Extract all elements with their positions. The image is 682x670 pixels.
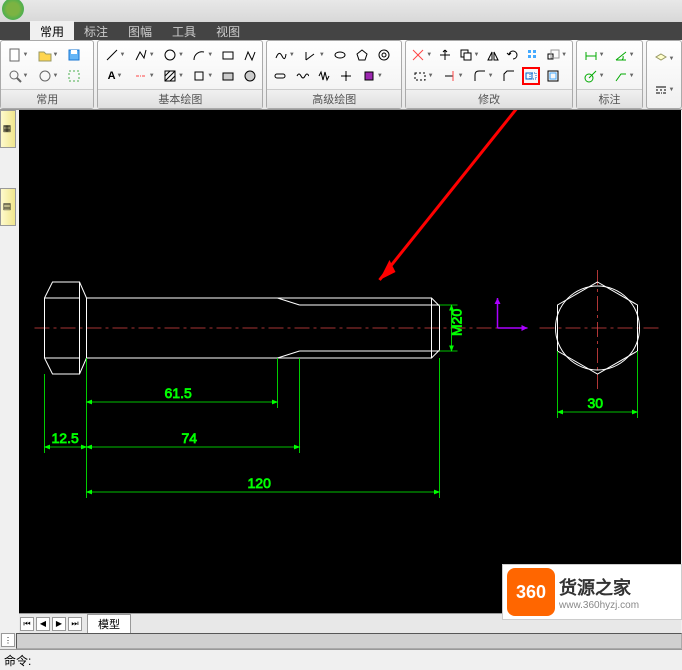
save-icon[interactable] xyxy=(65,46,83,64)
slot-icon[interactable] xyxy=(271,67,289,85)
drawing-canvas[interactable]: M20 61.5 12.5 74 120 30 xyxy=(19,110,681,613)
pan-icon[interactable]: ▼ xyxy=(35,67,61,85)
panel-title-modify: 修改 xyxy=(406,89,572,108)
radius-dim-icon[interactable]: ▼ xyxy=(581,67,607,85)
tab-nav-prev[interactable]: ◀ xyxy=(36,617,50,631)
command-line[interactable]: 命令: xyxy=(0,649,682,670)
trim-icon[interactable]: ▼ xyxy=(410,67,436,85)
boundary-icon[interactable] xyxy=(241,67,259,85)
linetype-icon[interactable]: ▼ xyxy=(651,81,677,99)
rect-icon[interactable] xyxy=(219,46,237,64)
watermark-badge: 360 xyxy=(507,568,555,616)
stretch-icon[interactable] xyxy=(522,67,540,85)
select-icon[interactable] xyxy=(65,67,83,85)
text-icon[interactable]: A▼ xyxy=(102,67,127,85)
horizontal-scrollbar[interactable]: ⋮ xyxy=(0,633,682,649)
hatch-icon[interactable]: ▼ xyxy=(161,67,186,85)
ribbon: ▼ ▼ ▼ ▼ 常用 ▼ ▼ ▼ ▼ A▼ ▼ xyxy=(0,40,682,110)
rotate-icon[interactable] xyxy=(505,46,521,64)
watermark-url: www.360hyzj.com xyxy=(559,600,639,611)
svg-text:120: 120 xyxy=(248,475,272,491)
extend-icon[interactable]: ▼ xyxy=(440,67,466,85)
panel-dim: ▼ ▼ ▼ ▼ 标注 xyxy=(576,40,643,109)
circle-icon[interactable]: ▼ xyxy=(161,46,186,64)
polyline-icon[interactable] xyxy=(241,46,259,64)
tab-nav-last[interactable]: ⏭ xyxy=(68,617,82,631)
panel-title-dim: 标注 xyxy=(577,89,642,108)
panel-modify: ▼ ▼ ▼ ▼ ▼ ▼ 修改 xyxy=(405,40,573,109)
offset-icon[interactable] xyxy=(544,67,562,85)
left-tool-2[interactable]: ▤ xyxy=(0,188,16,226)
move-icon[interactable] xyxy=(437,46,453,64)
block-icon[interactable]: ▼ xyxy=(359,67,385,85)
linear-dim-icon[interactable]: ▼ xyxy=(581,46,607,64)
zigzag-icon[interactable] xyxy=(315,67,333,85)
erase-icon[interactable]: ▼ xyxy=(410,46,433,64)
left-toolbar: ▦ ▤ xyxy=(0,110,18,266)
layer-icon[interactable]: ▼ xyxy=(651,50,677,68)
command-prompt: 命令: xyxy=(4,652,31,669)
point-icon[interactable] xyxy=(337,67,355,85)
ellipse-icon[interactable] xyxy=(331,46,349,64)
spline-icon[interactable]: ▼ xyxy=(271,46,297,64)
donut-icon[interactable] xyxy=(375,46,393,64)
watermark: 360 货源之家 www.360hyzj.com xyxy=(502,564,682,620)
ucs-icon xyxy=(495,298,528,331)
panel-title-adv: 高级绘图 xyxy=(267,89,401,108)
chamfer-icon[interactable] xyxy=(500,67,518,85)
titlebar xyxy=(0,0,682,22)
tab-nav-first[interactable]: ⏮ xyxy=(20,617,34,631)
pattern-icon[interactable]: ▼ xyxy=(190,67,215,85)
svg-text:61.5: 61.5 xyxy=(165,385,192,401)
copy-icon[interactable]: ▼ xyxy=(457,46,480,64)
menu-common[interactable]: 常用 xyxy=(30,21,74,42)
zoom-icon[interactable]: ▼ xyxy=(5,67,31,85)
watermark-title: 货源之家 xyxy=(559,574,639,600)
sheet-tab-model[interactable]: 模型 xyxy=(87,614,131,634)
panel-common: ▼ ▼ ▼ ▼ 常用 xyxy=(0,40,94,109)
panel-adv-draw: ▼ ▼ ▼ 高级绘图 xyxy=(266,40,402,109)
wave-icon[interactable] xyxy=(293,67,311,85)
panel-basic-draw: ▼ ▼ ▼ ▼ A▼ ▼ ▼ ▼ 基本绘图 xyxy=(97,40,263,109)
angle-dim-icon[interactable]: ▼ xyxy=(611,46,637,64)
svg-text:30: 30 xyxy=(588,395,604,411)
open-file-icon[interactable]: ▼ xyxy=(35,46,61,64)
menu-tools[interactable]: 工具 xyxy=(162,21,206,42)
menu-view[interactable]: 视图 xyxy=(206,21,250,42)
panel-title-common: 常用 xyxy=(1,89,93,108)
panel-title-basic: 基本绘图 xyxy=(98,89,262,108)
menubar: 常用 标注 图幅 工具 视图 xyxy=(0,22,682,40)
angle-icon[interactable]: ▼ xyxy=(301,46,327,64)
scale-icon[interactable]: ▼ xyxy=(545,46,568,64)
menu-sheet[interactable]: 图幅 xyxy=(118,21,162,42)
left-tool-1[interactable]: ▦ xyxy=(0,110,16,148)
leader-dim-icon[interactable]: ▼ xyxy=(611,67,637,85)
region-icon[interactable] xyxy=(219,67,237,85)
svg-text:12.5: 12.5 xyxy=(52,430,79,446)
panel-extra: ▼ ▼ xyxy=(646,40,682,109)
fillet-icon[interactable]: ▼ xyxy=(470,67,496,85)
pline-icon[interactable]: ▼ xyxy=(132,46,157,64)
polygon-icon[interactable] xyxy=(353,46,371,64)
tab-nav-next[interactable]: ▶ xyxy=(52,617,66,631)
svg-text:74: 74 xyxy=(182,430,198,446)
app-logo-icon xyxy=(2,0,24,20)
svg-text:M20: M20 xyxy=(449,309,465,336)
line-icon[interactable]: ▼ xyxy=(102,46,127,64)
array-icon[interactable] xyxy=(525,46,541,64)
mirror-icon[interactable] xyxy=(485,46,501,64)
arc-icon[interactable]: ▼ xyxy=(190,46,215,64)
new-file-icon[interactable]: ▼ xyxy=(5,46,31,64)
centerline-icon[interactable]: ▼ xyxy=(132,67,157,85)
scroll-grip-icon[interactable]: ⋮ xyxy=(1,633,15,647)
menu-annotate[interactable]: 标注 xyxy=(74,21,118,42)
